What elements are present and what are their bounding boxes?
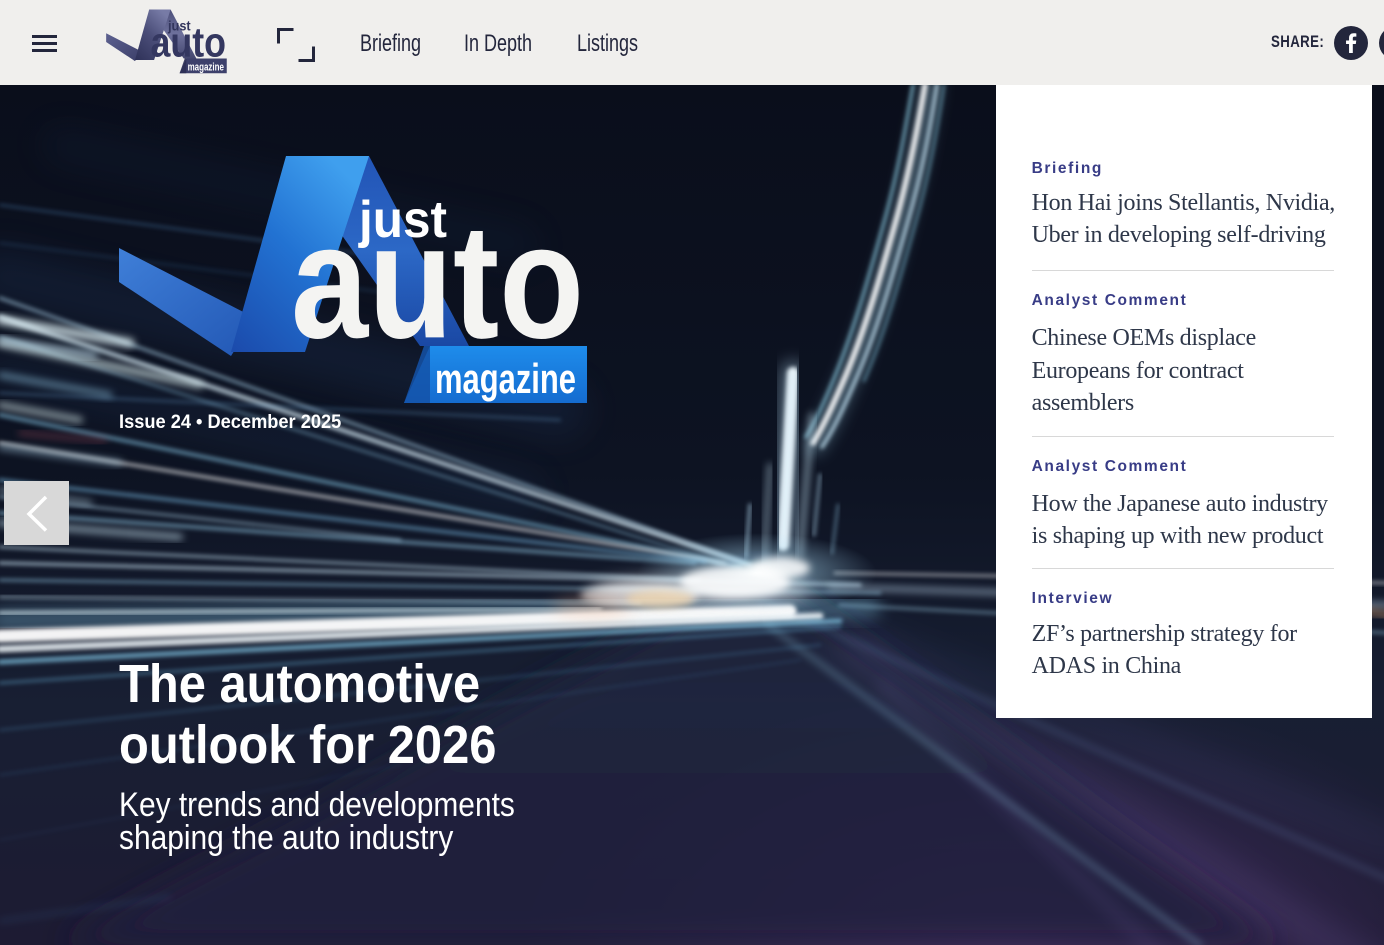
svg-text:magazine: magazine [435, 355, 576, 402]
svg-text:auto: auto [150, 18, 226, 65]
svg-text:auto: auto [291, 189, 584, 372]
svg-text:magazine: magazine [188, 62, 224, 74]
